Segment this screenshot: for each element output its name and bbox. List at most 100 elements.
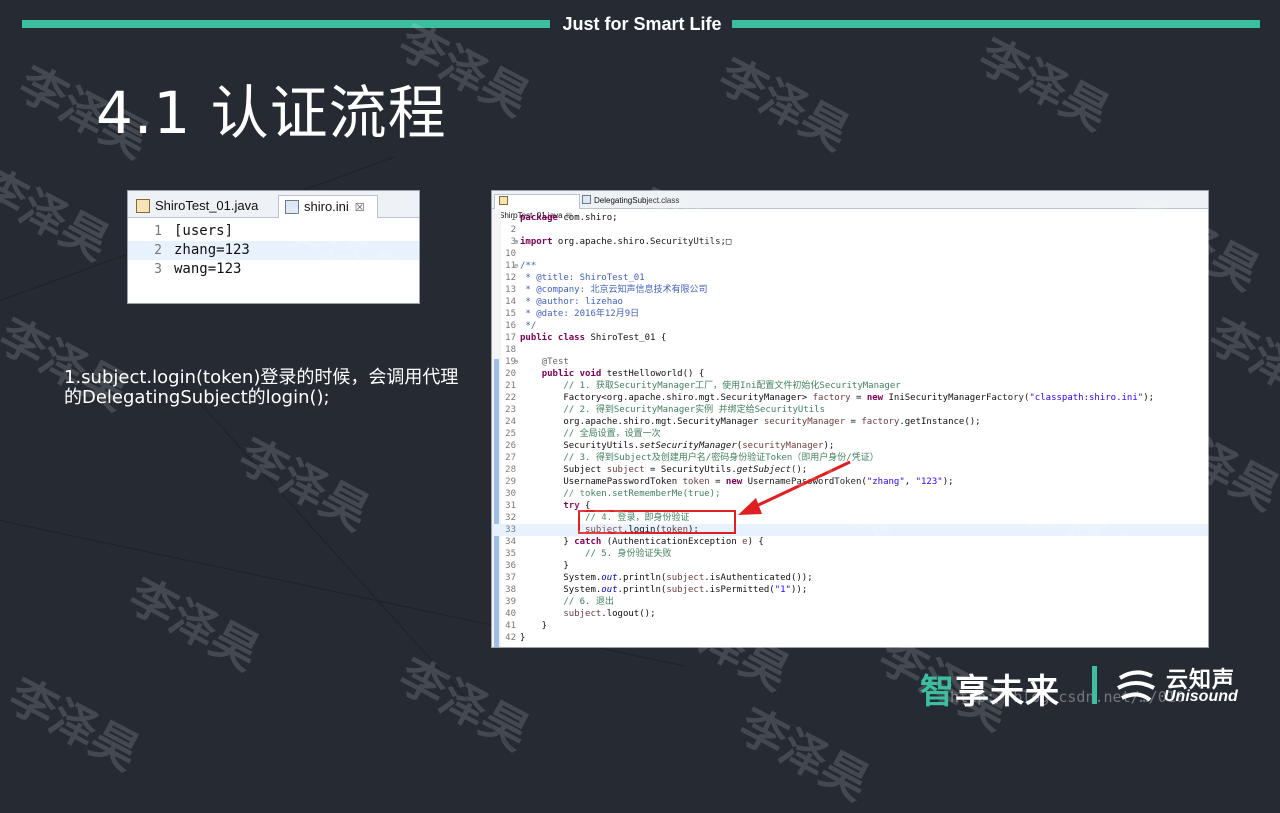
line-number: 21: [505, 381, 516, 391]
line-text: UsernamePasswordToken token = new Userna…: [520, 477, 954, 487]
line-text: }: [520, 561, 569, 571]
bg-line: [179, 380, 515, 753]
ini-editor-body[interactable]: 1 [users] 2 zhang=123 3 wang=123: [128, 218, 419, 279]
line-number: 22: [505, 393, 516, 403]
watermark-text: 李泽昊: [710, 47, 858, 161]
line-text: System.out.println(subject.isAuthenticat…: [520, 573, 813, 583]
code-line: 22 Factory<org.apache.shiro.mgt.Security…: [492, 392, 1208, 404]
header-bar-left: [22, 20, 550, 28]
line-number: 36: [505, 561, 516, 571]
line-text: /**: [520, 261, 537, 271]
code-line: 34 } catch (AuthenticationException e) {: [492, 536, 1208, 548]
line-number: 2: [154, 243, 162, 258]
line-text: public void testHelloworld() {: [541, 369, 705, 379]
line-number: 25: [505, 429, 516, 439]
code-line: 35 // 5. 身份验证失败: [492, 548, 1208, 560]
line-number: 24: [505, 417, 516, 427]
line-number: 10: [505, 249, 516, 259]
line-text: */: [520, 321, 537, 331]
watermark-text: 李泽昊: [390, 647, 538, 761]
line-number: 13: [505, 285, 516, 295]
footer-divider: [1092, 666, 1097, 704]
line-text: // token.setRememberMe(true);: [563, 489, 721, 499]
line-text: * @author: lizehao: [520, 297, 623, 307]
code-line: 27 // 3. 得到Subject及创建用户名/密码身份验证Token（即用户…: [492, 452, 1208, 464]
code-line: 13 * @company: 北京云知声信息技术有限公司: [492, 284, 1208, 296]
line-number: 16: [505, 321, 516, 331]
line-text: // 3. 得到Subject及创建用户名/密码身份验证Token（即用户身份/…: [563, 453, 879, 463]
java-file-icon: [499, 196, 508, 206]
footer-slogan: 智享未来: [920, 664, 1060, 713]
highlight-box: [578, 510, 736, 534]
watermark-text: 李泽昊: [730, 697, 878, 811]
fold-marker-icon[interactable]: ⊕: [514, 236, 518, 248]
code-line: 1 package com.shiro;: [492, 212, 1208, 224]
code-line: 37 System.out.println(subject.isAuthenti…: [492, 572, 1208, 584]
line-text: Subject subject = SecurityUtils.getSubje…: [520, 465, 808, 475]
unisound-logo: 云知声 Unisound: [1112, 662, 1272, 708]
line-text: org.apache.shiro.mgt.SecurityManager sec…: [520, 417, 981, 427]
code-line: 30 // token.setRememberMe(true);: [492, 488, 1208, 500]
code-line: 38 System.out.println(subject.isPermitte…: [492, 584, 1208, 596]
line-text: * @date: 2016年12月9日: [520, 309, 640, 319]
tab-shiro-ini[interactable]: shiro.ini ☒: [278, 195, 378, 218]
java-editor-tabbar: ShiroTest_01.java ☒ DelegatingSubject.cla…: [492, 191, 1208, 220]
code-line: 40 subject.logout();: [492, 608, 1208, 620]
tab-shirotest-java[interactable]: ShiroTest_01.java: [130, 195, 270, 217]
code-line: 20 public void testHelloworld() {: [492, 368, 1208, 380]
code-line: 3 wang=123: [128, 260, 419, 279]
line-number: 3: [154, 262, 162, 277]
logo-english-name: Unisound: [1164, 688, 1238, 705]
watermark-text: 李泽昊: [1200, 307, 1280, 421]
line-text: public class ShiroTest_01 {: [520, 333, 667, 343]
line-number: 32: [505, 513, 516, 523]
fold-marker-icon[interactable]: ⊖: [514, 356, 518, 368]
line-text: // 5. 身份验证失败: [585, 549, 672, 559]
code-line: 3 ⊕ import org.apache.shiro.SecurityUtils;…: [492, 236, 1208, 248]
line-text: package com.shiro;: [520, 213, 618, 223]
code-line: 24 org.apache.shiro.mgt.SecurityManager …: [492, 416, 1208, 428]
line-number: 30: [505, 489, 516, 499]
line-number: 31: [505, 501, 516, 511]
java-file-icon: [136, 198, 150, 213]
tab-label: DelegatingSubject.class: [594, 196, 680, 205]
line-text: // 2. 得到SecurityManager实例 并绑定给SecurityUt…: [563, 405, 826, 415]
line-number: 34: [505, 537, 516, 547]
code-line: 14 * @author: lizehao: [492, 296, 1208, 308]
line-number: 23: [505, 405, 516, 415]
line-number: 38: [505, 585, 516, 595]
code-line: 26 SecurityUtils.setSecurityManager(secu…: [492, 440, 1208, 452]
line-number: 41: [505, 621, 516, 631]
watermark-text: 李泽昊: [0, 157, 118, 271]
fold-marker-icon[interactable]: ⊖: [514, 260, 518, 272]
line-number: 40: [505, 609, 516, 619]
line-text: * @title: ShiroTest_01: [520, 273, 645, 283]
code-line: 42}: [492, 632, 1208, 644]
tab-shirotest-java[interactable]: ShiroTest_01.java ☒: [494, 194, 580, 220]
line-text: // 全局设置，设置一次: [563, 429, 661, 439]
ini-file-icon: [285, 199, 299, 214]
slide-description: 1.subject.login(token)登录的时候，会调用代理的Delega…: [64, 367, 459, 408]
code-line: 2: [492, 224, 1208, 236]
ini-editor-tabbar: ShiroTest_01.java shiro.ini ☒: [128, 191, 419, 218]
line-number: 28: [505, 465, 516, 475]
line-number: 20: [505, 369, 516, 379]
tab-delegatingsubject-class[interactable]: DelegatingSubject.class: [578, 194, 692, 208]
line-number: 26: [505, 441, 516, 451]
code-line: 1 [users]: [128, 222, 419, 241]
code-line: 29 UsernamePasswordToken token = new Use…: [492, 476, 1208, 488]
line-text: subject.logout();: [563, 609, 656, 619]
line-text: [users]: [174, 223, 234, 239]
code-line: 41 }: [492, 620, 1208, 632]
line-text: @Test: [541, 357, 569, 367]
header-bar-right: [732, 20, 1260, 28]
watermark-text: 李泽昊: [230, 427, 378, 541]
code-line: 19 ⊖ @Test: [492, 356, 1208, 368]
line-number: 35: [505, 549, 516, 559]
code-line: 10: [492, 248, 1208, 260]
line-text: zhang=123: [174, 242, 250, 258]
line-number: 14: [505, 297, 516, 307]
close-icon[interactable]: ☒: [355, 202, 365, 214]
line-number: 27: [505, 453, 516, 463]
code-line: 36 }: [492, 560, 1208, 572]
